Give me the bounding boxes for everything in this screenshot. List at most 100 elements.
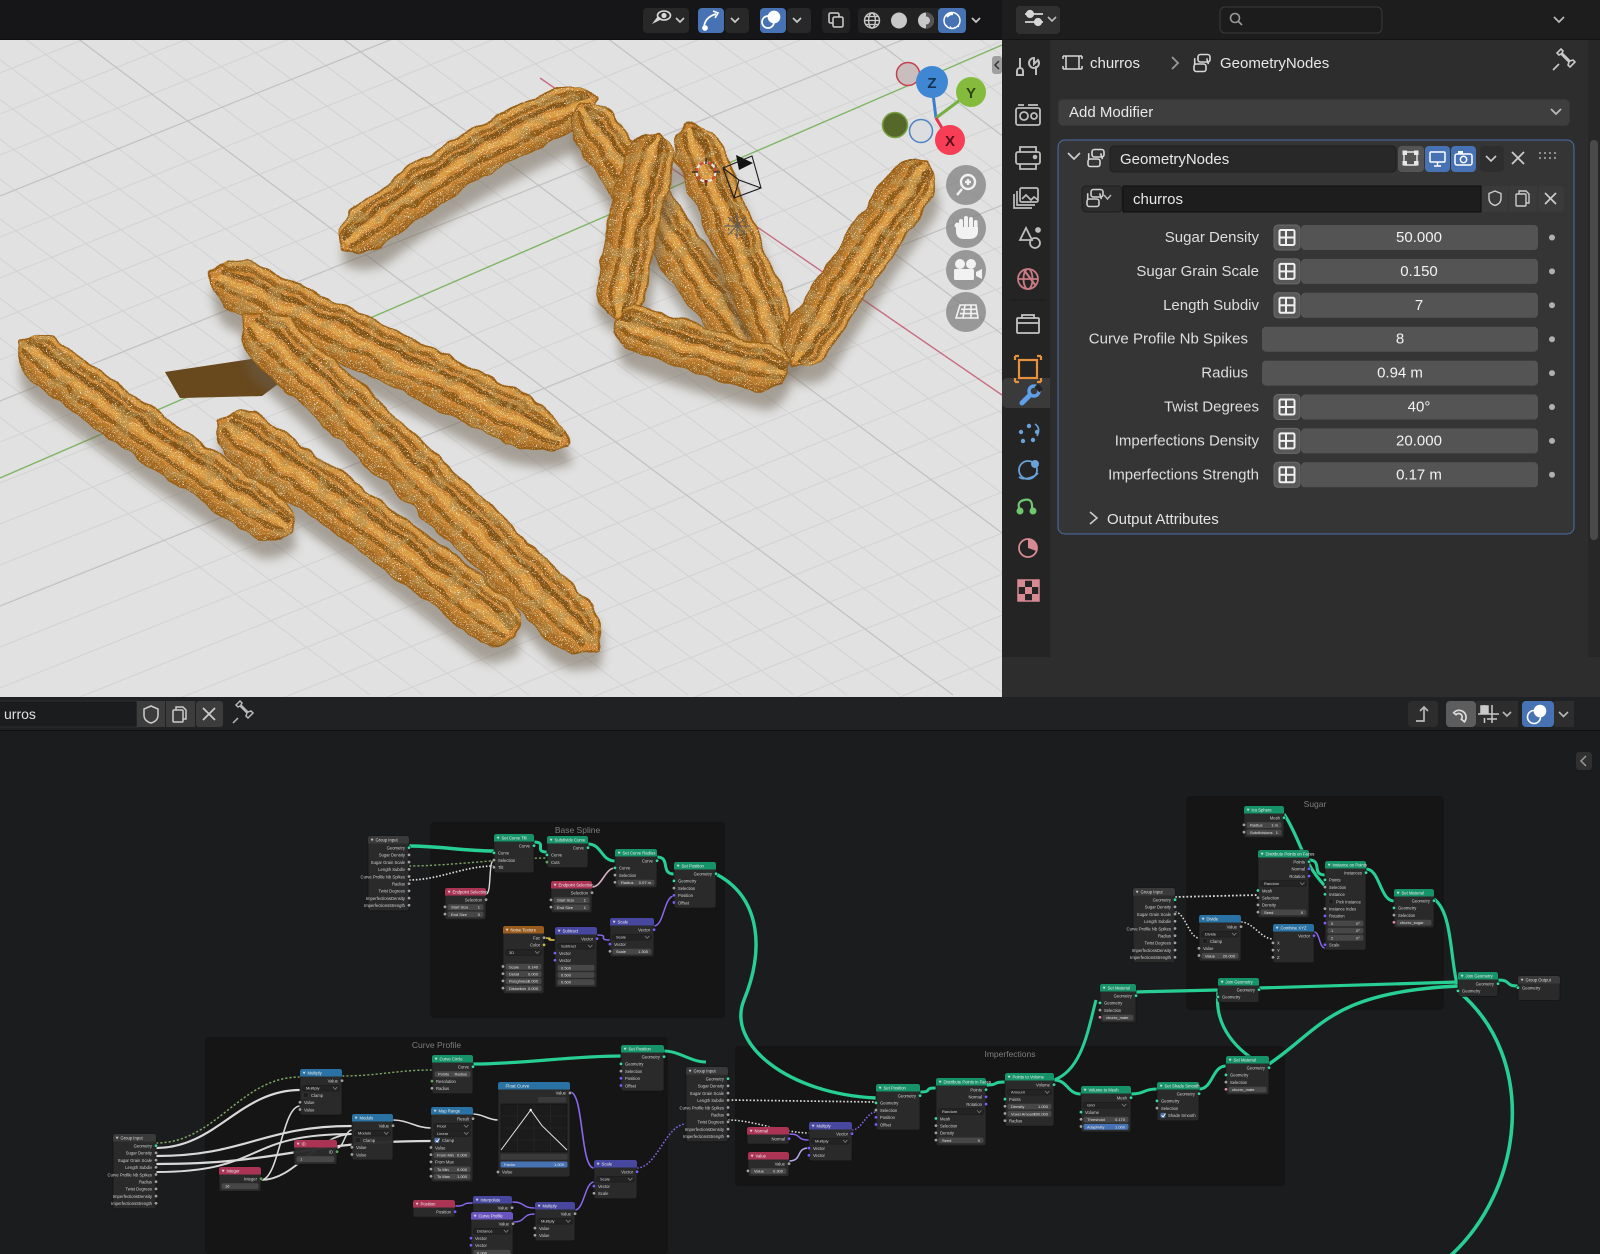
svg-text:Twist Degrees: Twist Degrees — [378, 889, 405, 894]
svg-text:Position: Position — [625, 1076, 641, 1081]
svg-text:Tilt: Tilt — [498, 865, 504, 870]
svg-text:Z: Z — [927, 75, 936, 92]
svg-text:Distribute Points in Faces: Distribute Points in Faces — [944, 1080, 991, 1085]
svg-text:Twist Degrees: Twist Degrees — [1144, 941, 1171, 946]
svg-text:Vector: Vector — [475, 1236, 487, 1241]
svg-text:Instances: Instances — [1344, 871, 1362, 876]
svg-text:Set Position: Set Position — [629, 1047, 652, 1052]
svg-text:0.170: 0.170 — [1115, 1117, 1126, 1122]
svg-text:Geometry: Geometry — [1412, 899, 1431, 904]
svg-text:Scale: Scale — [618, 920, 629, 925]
svg-text:Multiply: Multiply — [306, 1086, 320, 1091]
svg-text:Length Subdiv: Length Subdiv — [1163, 297, 1259, 314]
svg-text:Mesh: Mesh — [1262, 888, 1273, 893]
svg-text:Modulo: Modulo — [358, 1131, 372, 1136]
svg-text:Geometry: Geometry — [1161, 1099, 1180, 1104]
svg-text:Value: Value — [561, 1212, 572, 1217]
svg-text:Geometry: Geometry — [1104, 1001, 1123, 1006]
svg-text:Y: Y — [1277, 948, 1280, 953]
svg-text:Normal: Normal — [755, 1129, 769, 1134]
svg-text:X: X — [945, 133, 955, 150]
svg-text:Value: Value — [328, 1079, 339, 1084]
svg-text:Value: Value — [539, 1226, 550, 1231]
svg-text:Group Input: Group Input — [376, 838, 399, 843]
svg-text:Vector: Vector — [598, 1184, 610, 1189]
svg-text:Multiply: Multiply — [815, 1139, 829, 1144]
svg-text:Selection: Selection — [1329, 885, 1347, 890]
svg-text:Length Subdiv: Length Subdiv — [697, 1098, 725, 1103]
svg-text:To Min: To Min — [437, 1167, 449, 1172]
svg-text:ImperfectionsStrength: ImperfectionsStrength — [111, 1201, 153, 1206]
svg-text:ImperfectionsDensity: ImperfectionsDensity — [1132, 948, 1172, 953]
svg-text:Offset: Offset — [625, 1083, 637, 1088]
svg-text:Selection: Selection — [1398, 913, 1416, 918]
svg-text:Selection: Selection — [940, 1124, 958, 1129]
svg-text:Twist Degrees: Twist Degrees — [1164, 399, 1259, 416]
svg-text:Value: Value — [754, 1169, 765, 1174]
svg-text:Geometry: Geometry — [1462, 989, 1481, 994]
svg-text:X: X — [1277, 941, 1280, 946]
svg-text:To Max: To Max — [437, 1174, 450, 1179]
svg-text:0.000: 0.000 — [528, 986, 539, 991]
svg-text:Ico Sphere: Ico Sphere — [1252, 808, 1273, 813]
svg-text:Points: Points — [970, 1088, 982, 1093]
svg-text:Vector: Vector — [559, 951, 571, 956]
svg-text:Set Material: Set Material — [1234, 1058, 1256, 1063]
svg-text:Float Curve: Float Curve — [506, 1084, 530, 1089]
svg-text:Sugar Density: Sugar Density — [379, 853, 406, 858]
svg-text:Normal: Normal — [969, 1095, 983, 1100]
svg-text:0°: 0° — [1356, 921, 1360, 926]
svg-text:Output Attributes: Output Attributes — [1107, 511, 1219, 528]
svg-text:Result: Result — [457, 1117, 470, 1122]
svg-text:Curve: Curve — [573, 846, 585, 851]
svg-text:Radius: Radius — [1158, 934, 1171, 939]
svg-text:Selection: Selection — [1262, 896, 1280, 901]
svg-text:Seed: Seed — [1264, 910, 1273, 915]
svg-text:8: 8 — [1396, 331, 1404, 348]
svg-text:Value: Value — [1227, 925, 1238, 930]
svg-text:Threshold: Threshold — [1087, 1117, 1105, 1122]
svg-text:Sugar Grain Scale: Sugar Grain Scale — [690, 1091, 725, 1096]
svg-text:Selection: Selection — [619, 873, 637, 878]
svg-text:Sugar Grain Scale: Sugar Grain Scale — [1136, 263, 1259, 280]
svg-text:0.000: 0.000 — [528, 979, 539, 984]
svg-text:Imperfections Strength: Imperfections Strength — [1108, 466, 1259, 483]
svg-text:ImperfectionsDensity: ImperfectionsDensity — [366, 896, 406, 901]
svg-text:Endpoint Selection: Endpoint Selection — [453, 890, 489, 895]
svg-text:Density: Density — [1262, 903, 1277, 908]
svg-text:Value: Value — [304, 1107, 315, 1112]
svg-text:Geometry: Geometry — [1476, 982, 1495, 987]
svg-text:Resolution: Resolution — [436, 1079, 456, 1084]
svg-text:Mesh: Mesh — [1270, 816, 1281, 821]
svg-text:Points: Points — [1009, 1097, 1021, 1102]
svg-text:Vector: Vector — [614, 942, 626, 947]
svg-text:3D: 3D — [509, 950, 514, 955]
svg-text:Z: Z — [1277, 955, 1280, 960]
svg-text:Multiply: Multiply — [308, 1071, 323, 1076]
svg-text:Value: Value — [775, 1162, 786, 1167]
svg-text:0.000: 0.000 — [457, 1167, 468, 1172]
svg-text:Noise Texture: Noise Texture — [511, 928, 537, 933]
svg-text:7: 7 — [1415, 297, 1423, 314]
svg-text:Vector: Vector — [638, 928, 650, 933]
svg-text:1.000: 1.000 — [1038, 1104, 1049, 1109]
svg-text:Geometry: Geometry — [1522, 986, 1541, 991]
svg-text:Vector: Vector — [581, 937, 593, 942]
svg-text:Y: Y — [966, 85, 976, 102]
svg-text:1.000: 1.000 — [457, 1174, 468, 1179]
svg-text:ID: ID — [302, 1142, 306, 1147]
svg-text:Integer: Integer — [244, 1177, 258, 1182]
svg-text:Group Input: Group Input — [1141, 890, 1164, 895]
svg-text:Geometry: Geometry — [678, 879, 697, 884]
svg-text:0.500: 0.500 — [561, 973, 572, 978]
svg-text:Scale: Scale — [598, 1191, 609, 1196]
svg-text:Points: Points — [438, 1072, 449, 1077]
svg-text:Scale: Scale — [509, 964, 520, 969]
svg-text:Radius: Radius — [392, 882, 405, 887]
svg-text:Scale: Scale — [600, 1177, 611, 1182]
svg-text:Interpolate: Interpolate — [481, 1198, 501, 1203]
svg-text:Vector: Vector — [836, 1132, 848, 1137]
svg-text:Offset: Offset — [880, 1122, 892, 1127]
svg-text:Curve: Curve — [498, 851, 510, 856]
svg-text:urros: urros — [4, 706, 36, 722]
